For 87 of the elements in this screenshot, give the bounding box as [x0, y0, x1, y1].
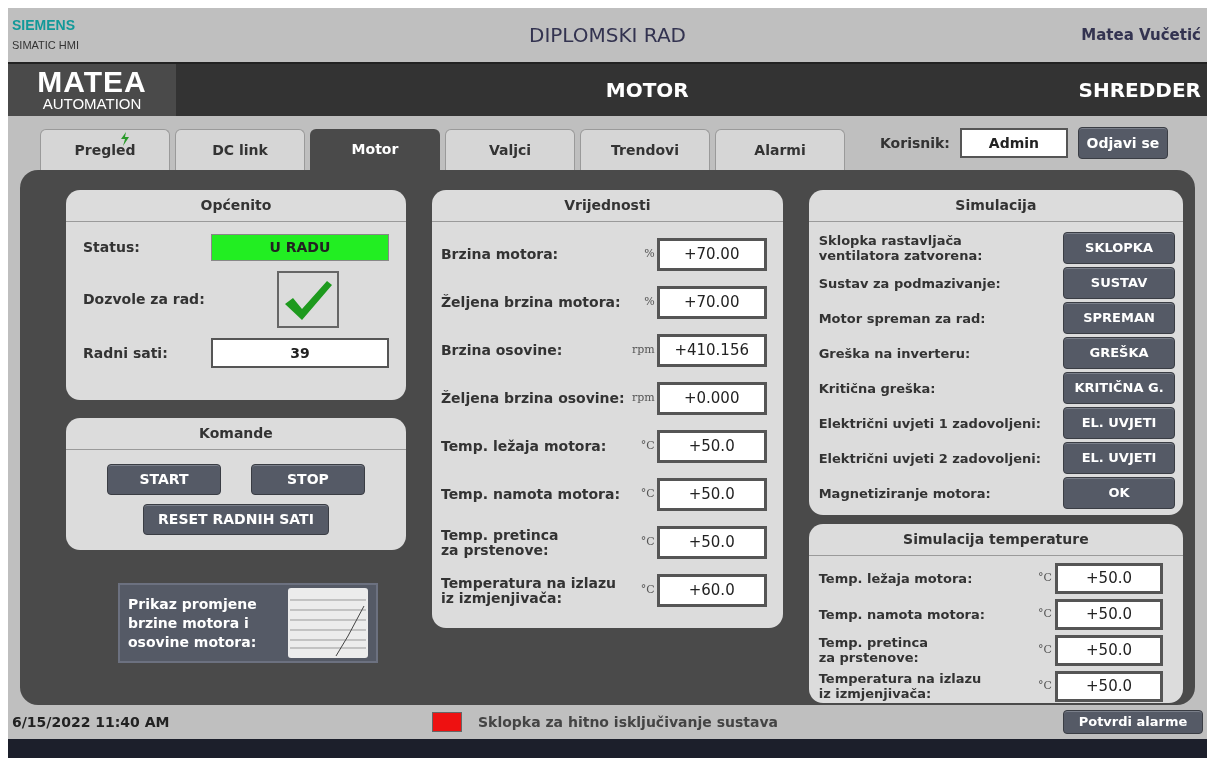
field-label: Električni uvjeti 2 zadovoljeni:	[818, 450, 1042, 466]
acknowledge-button[interactable]: Potvrdi alarme	[1063, 710, 1203, 734]
simulation-button[interactable]: GREŠKA	[1063, 337, 1175, 369]
tab[interactable]: Pregled	[40, 129, 170, 170]
unit-label: °C	[639, 534, 656, 551]
tab[interactable]: Trendovi	[580, 129, 710, 170]
panel-title: Simulacija	[955, 196, 1037, 215]
value-field: +70.00	[656, 286, 767, 319]
simulation-button[interactable]: EL. UVJETI	[1063, 442, 1175, 474]
unit-label: %	[643, 294, 656, 311]
panel-title: Komande	[199, 424, 273, 443]
field-label: Sklopka rastavljača ventilatora zatvorena:	[818, 233, 984, 263]
value-field: +50.0	[1055, 670, 1163, 702]
field-label: Temp. pretinca za prstenove:	[818, 635, 929, 665]
value-field: +0.000	[656, 382, 767, 415]
tab[interactable]: Valjci	[445, 129, 575, 170]
command-button[interactable]: STOP	[250, 464, 365, 495]
brand-logo: SIEMENS	[12, 16, 76, 33]
field-label: Brzina motora:	[440, 247, 560, 262]
simulation-button[interactable]: EL. UVJETI	[1063, 407, 1175, 439]
field-label: Dozvole za rad:	[83, 292, 205, 307]
value-field: +50.0	[1055, 598, 1163, 630]
tab[interactable]: Motor	[310, 129, 440, 170]
simulation-button[interactable]: SKLOPKA	[1063, 232, 1175, 264]
field-label: Sustav za podmazivanje:	[818, 275, 1002, 291]
value-field: +50.0	[656, 430, 767, 463]
field-label: Električni uvjeti 1 zadovoljeni:	[818, 415, 1042, 431]
field-label: Brzina osovine:	[440, 343, 564, 358]
field-label: Status:	[83, 240, 140, 255]
simulation-button[interactable]: SUSTAV	[1063, 267, 1175, 299]
value-field: +50.0	[1055, 562, 1163, 594]
simulation-button[interactable]: SPREMAN	[1063, 302, 1175, 334]
unit-label: °C	[1037, 641, 1053, 658]
user-field: Admin	[959, 128, 1068, 158]
field-label: Temp. ležaja motora:	[818, 570, 974, 586]
field-label: Temp. pretinca za prstenove:	[440, 527, 560, 558]
unit-label: rpm	[630, 342, 656, 359]
unit-label: °C	[639, 486, 656, 503]
user-label: Korisnik:	[880, 133, 950, 153]
value-field: +50.0	[1055, 634, 1163, 666]
value-field: +70.00	[656, 238, 767, 271]
command-button[interactable]: START	[107, 464, 221, 495]
product-name: SIMATIC HMI	[12, 37, 80, 53]
field-label: Motor spreman za rad:	[818, 310, 987, 326]
author-name: Matea Vučetić	[1081, 24, 1201, 46]
unit-label: %	[643, 246, 656, 263]
field-label: Temp. ležaja motora:	[440, 439, 608, 454]
tab[interactable]: Alarmi	[715, 129, 845, 170]
field-label: Radni sati:	[83, 345, 168, 361]
field-label: Temperatura na izlazu iz izmjenjivača:	[440, 575, 618, 606]
tab[interactable]: DC link	[175, 129, 305, 170]
trend-chart-icon	[288, 588, 368, 658]
value-field: +410.156	[656, 334, 767, 367]
unit-label: °C	[639, 582, 656, 599]
value-field: +60.0	[656, 574, 767, 607]
field-label: Kritična greška:	[818, 380, 937, 396]
lightning-icon	[119, 132, 131, 146]
unit-label: °C	[1037, 677, 1053, 694]
field-label: Magnetiziranje motora:	[818, 485, 992, 501]
company-logo: MATEA AUTOMATION	[8, 64, 176, 116]
simulation-button[interactable]: OK	[1063, 477, 1175, 509]
status-indicator: U RADU	[210, 234, 389, 261]
unit-label: °C	[1037, 569, 1053, 586]
command-button[interactable]: RESET RADNIH SATI	[142, 504, 329, 535]
unit-label: °C	[639, 438, 656, 455]
field-label: Temp. namota motora:	[440, 487, 622, 502]
hours-field: 39	[210, 338, 389, 368]
screen-title: MOTOR	[605, 77, 689, 104]
value-field: +50.0	[656, 526, 767, 559]
panel-title: Općenito	[200, 196, 272, 215]
field-label: Temperatura na izlazu iz izmjenjivača:	[818, 671, 983, 701]
simulation-button[interactable]: KRITIČNA G.	[1063, 372, 1175, 404]
panel-title: Vrijednosti	[564, 196, 651, 215]
field-label: Greška na inverteru:	[818, 345, 972, 361]
trend-button[interactable]: Prikaz promjene brzine motora i osovine motora:	[118, 583, 378, 663]
panel-title: Simulacija temperature	[903, 530, 1089, 549]
machine-name: SHREDDER	[1078, 77, 1202, 104]
date-time: 6/15/2022 11:40 AM	[12, 712, 171, 732]
field-label: Temp. namota motora:	[818, 606, 986, 622]
unit-label: °C	[1037, 605, 1053, 622]
unit-label: rpm	[630, 390, 656, 407]
field-label: Željena brzina motora:	[440, 295, 622, 310]
project-title: DIPLOMSKI RAD	[529, 22, 686, 49]
field-label: Željena brzina osovine:	[440, 391, 626, 406]
value-field: +50.0	[656, 478, 767, 511]
logout-button[interactable]: Odjavi se	[1077, 127, 1168, 159]
alarm-message: Sklopka za hitno isključivanje sustava	[478, 712, 779, 732]
